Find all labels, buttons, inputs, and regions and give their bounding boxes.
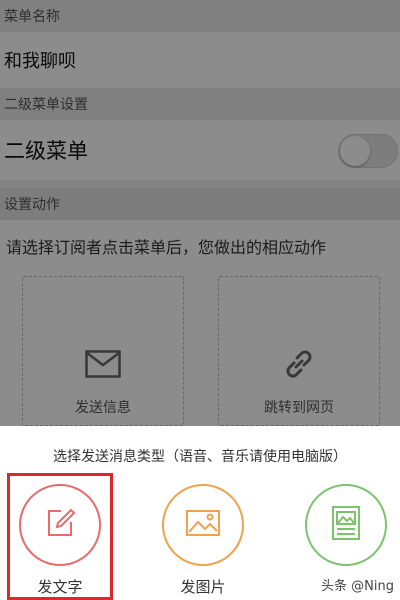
send-text-circle <box>19 484 101 566</box>
image-icon <box>185 508 221 542</box>
send-text-option[interactable]: 发文字 <box>10 482 110 600</box>
edit-icon <box>43 506 77 544</box>
send-text-label: 发文字 <box>37 578 83 596</box>
message-type-sheet: 选择发送消息类型（语音、音乐请使用电脑版） 发文字 发图片 <box>0 426 400 600</box>
send-image-circle <box>162 484 244 566</box>
watermark: 头条 @Ning <box>321 579 394 594</box>
sheet-title: 选择发送消息类型（语音、音乐请使用电脑版） <box>53 449 347 465</box>
article-icon <box>331 505 361 545</box>
send-article-circle <box>305 484 387 566</box>
send-image-option[interactable]: 发图片 <box>153 482 253 600</box>
send-image-label: 发图片 <box>180 578 226 596</box>
